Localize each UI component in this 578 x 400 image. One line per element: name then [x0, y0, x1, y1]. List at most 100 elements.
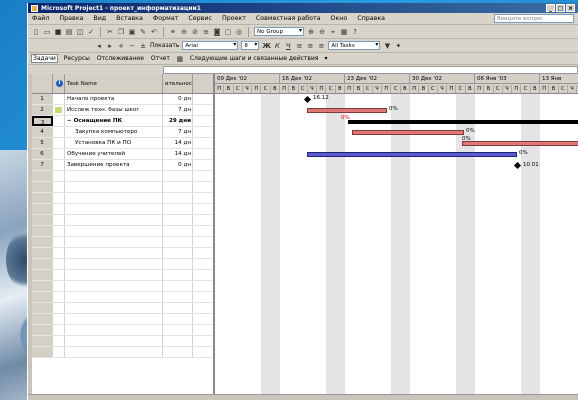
title-bar[interactable]: Microsoft Project1 - проект_информатизац… [28, 3, 578, 13]
next-steps-button[interactable]: Следующие шаги и связанные действия [189, 55, 320, 62]
cut-icon[interactable]: ✂ [106, 28, 114, 36]
task-bar-5[interactable] [462, 141, 578, 146]
empty-row[interactable] [32, 336, 213, 347]
empty-row[interactable] [32, 171, 213, 182]
align-right-icon[interactable]: ≡ [317, 42, 325, 50]
zoom-out-icon[interactable]: ⊖ [318, 28, 326, 36]
duration-cell[interactable]: 7 дн [163, 105, 193, 115]
empty-row[interactable] [32, 347, 213, 358]
empty-row[interactable] [32, 281, 213, 292]
table-row[interactable]: 3 − Оснащение ПК 29 дни [32, 116, 213, 127]
help-search-input[interactable]: Введите вопрос [494, 14, 574, 23]
copy-icon[interactable]: ❐ [117, 28, 125, 36]
view-tab[interactable]: Задачи [31, 54, 58, 63]
spelling-icon[interactable]: ✓ [87, 28, 95, 36]
empty-row[interactable] [32, 226, 213, 237]
empty-row[interactable] [32, 259, 213, 270]
undo-icon[interactable]: ↶ [150, 28, 158, 36]
empty-row[interactable] [32, 270, 213, 281]
bold-icon[interactable]: Ж [262, 42, 271, 50]
menu-item[interactable]: Сервис [188, 15, 212, 22]
empty-row[interactable] [32, 182, 213, 193]
menu-item[interactable]: Проект [222, 15, 246, 22]
empty-row[interactable] [32, 325, 213, 336]
zoom-in-icon[interactable]: ⊕ [307, 28, 315, 36]
entry-field[interactable] [163, 66, 578, 74]
menu-item[interactable]: Справка [357, 15, 385, 22]
task-name-column-header[interactable]: Task Name [65, 74, 163, 93]
format-painter-icon[interactable]: ✎ [139, 28, 147, 36]
task-bar-4[interactable] [352, 130, 464, 135]
row-number[interactable]: 1 [32, 94, 53, 104]
empty-row[interactable] [32, 204, 213, 215]
help-icon[interactable]: ? [351, 28, 359, 36]
task-name-cell[interactable]: Завершение проекта [65, 160, 163, 170]
show-subtasks-icon[interactable]: + [117, 42, 125, 50]
save-icon[interactable]: ■ [54, 28, 62, 36]
minimize-button[interactable]: _ [546, 4, 555, 12]
task-name-cell[interactable]: Обучение учителей [65, 149, 163, 159]
task-info-icon[interactable]: ◙ [213, 28, 221, 36]
duration-cell[interactable]: 7 дн [163, 127, 193, 137]
gantt-body[interactable]: 16.12 0% 0% 0% 0% 0% 10.01 [215, 94, 578, 400]
summary-bar-3[interactable] [348, 120, 578, 124]
row-number[interactable]: 7 [32, 160, 53, 170]
table-row[interactable]: 2 Исслеж техн. базы шког 7 дн [32, 105, 213, 116]
calendar-icon[interactable]: ▦ [176, 55, 184, 63]
duration-column-header[interactable]: ительнос [163, 74, 193, 93]
milestone-end[interactable] [513, 161, 522, 170]
menu-item[interactable]: Вид [93, 15, 106, 22]
copy-picture-icon[interactable]: ▦ [340, 28, 348, 36]
italic-icon[interactable]: К [273, 42, 281, 50]
empty-row[interactable] [32, 215, 213, 226]
select-all-corner[interactable] [32, 74, 53, 93]
maximize-button[interactable]: □ [556, 4, 565, 12]
empty-row[interactable] [32, 248, 213, 259]
font-size-combo[interactable]: 8 [241, 41, 260, 50]
close-button[interactable]: × [566, 4, 575, 12]
menu-item[interactable]: Файл [32, 15, 49, 22]
table-row[interactable]: 6 Обучение учителей 14 дн [32, 149, 213, 160]
duration-cell[interactable]: 29 дни [163, 116, 193, 126]
task-bar-2[interactable] [307, 108, 387, 113]
task-name-cell[interactable]: Исслеж техн. базы шког [65, 105, 163, 115]
paste-icon[interactable]: ▣ [128, 28, 136, 36]
row-number[interactable]: 4 [32, 127, 53, 137]
menu-item[interactable]: Совместная работа [256, 15, 321, 22]
open-icon[interactable]: ▭ [43, 28, 51, 36]
empty-row[interactable] [32, 314, 213, 325]
task-name-cell[interactable]: Закупка компьютеро [65, 127, 163, 137]
empty-row[interactable] [32, 193, 213, 204]
row-number[interactable]: 3 [32, 116, 53, 126]
milestone-start[interactable] [303, 95, 312, 104]
chevron-down-icon[interactable]: ▾ [324, 55, 327, 62]
empty-row[interactable] [32, 292, 213, 303]
hyperlink-icon[interactable]: ⚭ [169, 28, 177, 36]
split-task-icon[interactable]: ≡ [202, 28, 210, 36]
note-icon[interactable] [55, 107, 62, 113]
filter-combo[interactable]: All Tasks [328, 41, 381, 50]
duration-cell[interactable]: 0 дн [163, 160, 193, 170]
goto-task-icon[interactable]: ⌖ [329, 28, 337, 36]
table-row[interactable]: 4 Закупка компьютеро 7 дн [32, 127, 213, 138]
unlink-tasks-icon[interactable]: ⊘ [191, 28, 199, 36]
align-center-icon[interactable]: ≡ [306, 42, 314, 50]
view-tab[interactable]: Отчет [150, 55, 171, 62]
row-number[interactable]: 5 [32, 138, 53, 148]
underline-icon[interactable]: Ч [284, 42, 292, 50]
gantt-wizard-icon[interactable]: ✦ [394, 42, 402, 50]
show-button[interactable]: Показать [150, 42, 179, 49]
menu-item[interactable]: Формат [153, 15, 179, 22]
collapse-icon[interactable]: − [67, 118, 74, 124]
indent-icon[interactable]: ▸ [106, 42, 114, 50]
assign-resources-icon[interactable]: ◎ [235, 28, 243, 36]
table-row[interactable]: 5 Установка ПК и ПО 14 дн [32, 138, 213, 149]
menu-item[interactable]: Правка [59, 15, 83, 22]
empty-row[interactable] [32, 237, 213, 248]
duration-cell[interactable]: 14 дн [163, 149, 193, 159]
autofilter-icon[interactable]: ▼ [383, 42, 391, 50]
empty-row[interactable] [32, 303, 213, 314]
font-combo[interactable]: Arial [182, 41, 239, 50]
table-row[interactable]: 7 Завершение проекта 0 дн [32, 160, 213, 171]
align-left-icon[interactable]: ≡ [295, 42, 303, 50]
